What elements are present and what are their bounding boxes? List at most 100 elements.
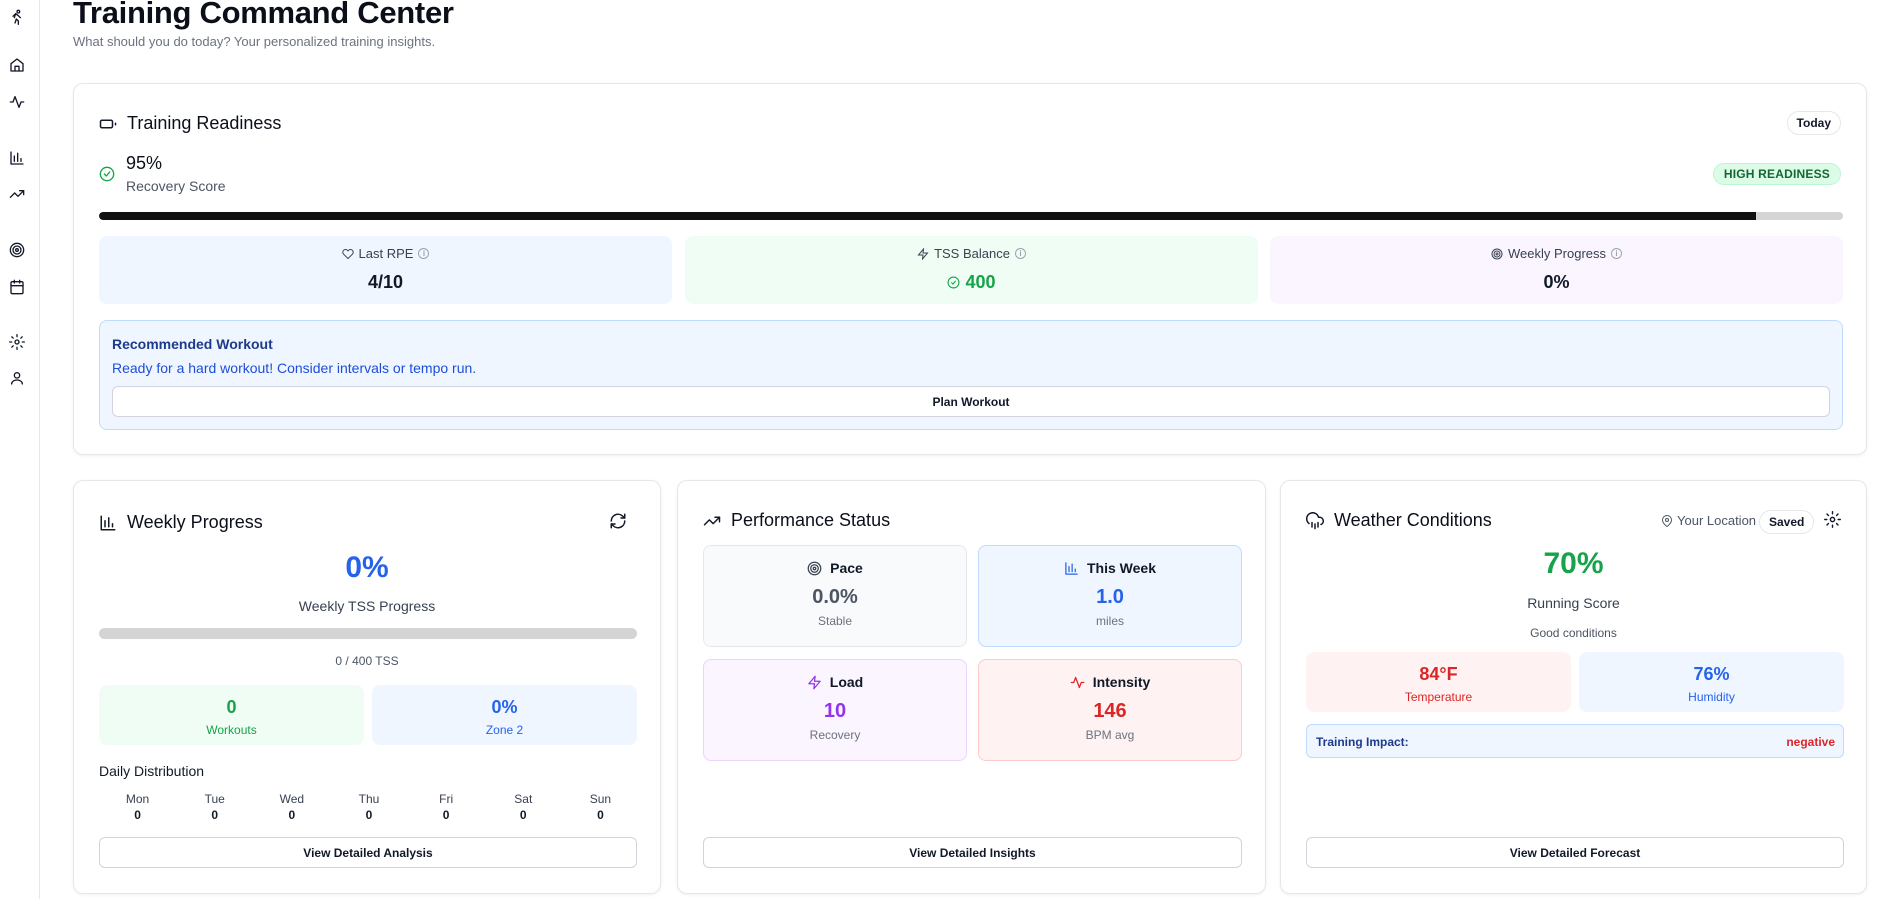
weekly-progress-label: Weekly Progress [1507,246,1606,261]
recovery-score-label: Recovery Score [126,178,226,194]
weekly-progress-card: Weekly Progress 0% Weekly TSS Progress 0… [73,480,661,894]
today-pill[interactable]: Today [1786,111,1841,135]
weather-header: Weather Conditions [1306,510,1492,531]
battery-icon [99,119,117,128]
user-icon[interactable] [8,369,26,387]
workouts-value: 0 [226,697,237,717]
temperature-label: Temperature [1404,690,1473,704]
performance-status-card: Performance Status Pace 0.0% Stable This… [677,480,1266,894]
recovery-progress-bar [99,212,1843,220]
trending-up-icon [703,516,721,525]
training-readiness-card: Training Readiness Today 95% Recovery Sc… [73,83,1867,455]
bar-chart-icon [100,515,116,530]
pace-value: 0.0% [812,586,858,608]
day-sat: Sat 0 [514,792,533,822]
target-icon [807,561,822,575]
last-rpe-label: Last RPE [358,246,414,261]
calendar-icon[interactable] [8,278,26,296]
pace-box: Pace 0.0% Stable [703,545,967,647]
status-badge: HIGH READINESS [1712,163,1841,185]
page-subtitle: What should you do today? Your personali… [73,34,436,49]
tss-balance-stat: TSS Balance i 400 [685,236,1258,304]
settings-icon[interactable] [8,333,26,351]
running-score-value: 70% [1543,547,1604,580]
last-rpe-value: 4/10 [367,272,404,292]
refresh-icon[interactable] [609,512,627,530]
temperature-box: 84°F Temperature [1306,652,1571,712]
map-pin-icon [1661,514,1673,527]
info-icon[interactable]: i [1611,248,1622,259]
view-detailed-analysis-button[interactable]: View Detailed Analysis [99,837,637,868]
readiness-title: Training Readiness [127,113,282,133]
training-impact-value: negative [1786,735,1835,749]
load-box: Load 10 Recovery [703,659,967,761]
recommended-workout-text: Ready for a hard workout! Consider inter… [112,360,477,376]
day-thu: Thu 0 [358,792,380,822]
readiness-header: Training Readiness [99,113,281,134]
performance-title: Performance Status [731,510,891,530]
this-week-value: 1.0 [1096,586,1124,608]
view-detailed-insights-button[interactable]: View Detailed Insights [703,837,1242,868]
temperature-value: 84°F [1419,664,1458,684]
humidity-box: 76% Humidity [1579,652,1844,712]
check-circle-icon [948,276,960,289]
pace-sub: Stable [817,614,853,628]
weekly-progress-bar [99,628,637,639]
last-rpe-stat: Last RPE i 4/10 [99,236,672,304]
activity-icon[interactable] [8,93,26,111]
day-mon: Mon 0 [125,792,150,822]
day-sun: Sun 0 [589,792,612,822]
daily-distribution-title: Daily Distribution [99,763,205,779]
humidity-value: 76% [1693,664,1730,684]
bar-chart-icon[interactable] [8,149,26,167]
running-score-label: Running Score [1527,595,1620,611]
info-icon[interactable]: i [418,248,430,259]
weather-settings-icon[interactable] [1824,511,1842,529]
training-impact-label: Training Impact: [1316,735,1409,749]
day-wed: Wed 0 [279,792,305,822]
intensity-sub: BPM avg [1085,728,1135,742]
day-fri: Fri 0 [439,792,454,822]
load-sub: Recovery [809,728,861,742]
recovery-score-value: 95% [126,153,163,173]
tss-balance-value: 400 [965,272,996,292]
weekly-title: Weekly Progress [127,512,263,532]
weekly-progress-stat: Weekly Progress i 0% [1270,236,1843,304]
check-circle-icon [99,166,115,182]
zap-icon [917,247,929,260]
runner-icon[interactable] [8,8,26,26]
intensity-label: Intensity [1092,674,1151,690]
plan-workout-button[interactable]: Plan Workout [112,386,1830,417]
zone2-label: Zone 2 [485,723,524,737]
target-icon [1491,248,1503,259]
load-value: 10 [823,700,847,722]
zap-icon [808,675,821,689]
intensity-value: 146 [1093,700,1127,722]
trending-up-icon[interactable] [8,185,26,203]
load-label: Load [829,674,864,690]
location-label: Your Location [1677,513,1757,528]
weekly-header: Weekly Progress [99,512,263,533]
this-week-sub: miles [1095,614,1124,628]
performance-header: Performance Status [703,510,890,531]
pace-label: Pace [830,560,863,576]
weekly-progress-value: 0% [1543,272,1570,292]
cloud-rain-icon [1306,511,1324,529]
day-tue: Tue 0 [204,792,225,822]
bar-chart-icon [1065,561,1078,575]
saved-pill[interactable]: Saved [1759,510,1815,534]
page-title: Training Command Center [73,0,454,30]
weather-conditions-card: Weather Conditions Your Location Saved 7… [1280,480,1867,894]
home-icon[interactable] [8,56,26,74]
humidity-label: Humidity [1688,690,1735,704]
zone2-value: 0% [491,697,518,717]
intensity-box: Intensity 146 BPM avg [978,659,1242,761]
view-detailed-forecast-button[interactable]: View Detailed Forecast [1306,837,1844,868]
tss-balance-label: TSS Balance [934,246,1010,261]
workouts-label: Workouts [206,723,257,737]
tss-text: 0 / 400 TSS [335,654,399,668]
location[interactable]: Your Location [1661,513,1756,528]
target-icon[interactable] [8,241,26,259]
info-icon[interactable]: i [1014,248,1026,259]
sidebar [0,0,40,899]
